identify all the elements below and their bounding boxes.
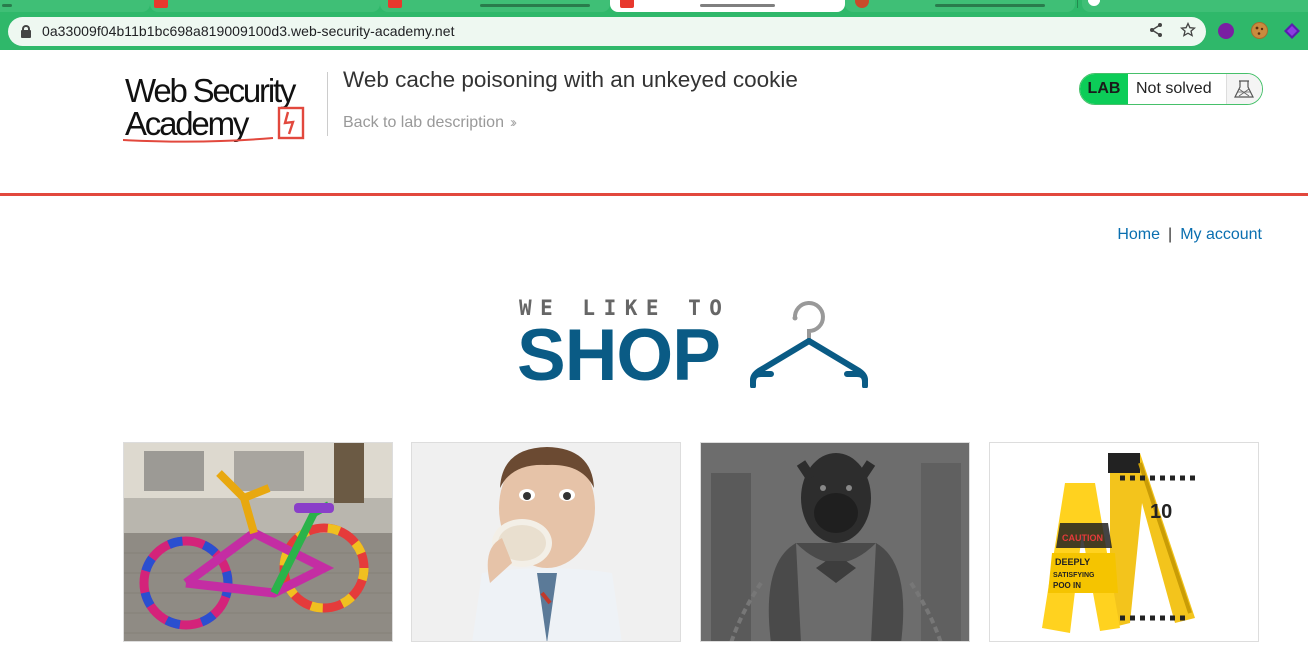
svg-text:Academy: Academy: [125, 105, 250, 142]
svg-text:Web Security: Web Security: [125, 72, 297, 109]
coat-hanger-icon: [750, 301, 868, 388]
home-link[interactable]: Home: [1117, 226, 1160, 243]
globe-favicon-icon: [1088, 0, 1100, 6]
nav-separator: |: [1168, 226, 1173, 243]
address-bar[interactable]: 0a33009f04b11b1bc698a819009100d3.web-sec…: [8, 17, 1206, 46]
lab-header: Web Security Academy Web cache poisoning…: [0, 50, 1308, 196]
site-favicon-icon: [855, 0, 869, 8]
flask-icon: [1227, 74, 1262, 104]
browser-tab[interactable]: [150, 0, 380, 12]
back-to-lab-description-link[interactable]: Back to lab description ››: [343, 114, 517, 132]
browser-tab[interactable]: [845, 0, 1075, 12]
top-navigation: Home | My account: [1117, 226, 1262, 244]
portswigger-favicon-icon: [620, 0, 634, 8]
share-icon[interactable]: [1147, 22, 1165, 40]
extension-icon[interactable]: [1218, 23, 1234, 39]
lab-badge: LAB: [1080, 74, 1128, 104]
browser-tab-strip: [0, 0, 1308, 12]
lab-status-text: Not solved: [1128, 74, 1227, 104]
browser-tab[interactable]: [1082, 0, 1308, 12]
web-security-academy-logo[interactable]: Web Security Academy: [122, 72, 327, 146]
portswigger-favicon-icon: [154, 0, 168, 8]
lab-title: Web cache poisoning with an unkeyed cook…: [343, 67, 798, 92]
lock-icon: [21, 25, 31, 38]
double-chevron-right-icon: ››: [509, 114, 517, 131]
product-image-bicycle[interactable]: [123, 442, 393, 642]
product-image-man-eating[interactable]: [411, 442, 681, 642]
product-image-muscle-dog[interactable]: [700, 442, 970, 642]
banner-title: SHOP: [517, 315, 721, 396]
browser-tab[interactable]: [380, 0, 610, 12]
browser-toolbar: 0a33009f04b11b1bc698a819009100d3.web-sec…: [0, 12, 1308, 50]
product-image-caution-signs[interactable]: CAUTION DEEPLY SATISFYING POO IN 10: [989, 442, 1259, 642]
purple-diamond-extension-icon[interactable]: [1283, 22, 1301, 40]
lab-status-widget: LAB Not solved: [1079, 73, 1263, 105]
url-text: 0a33009f04b11b1bc698a819009100d3.web-sec…: [42, 23, 455, 39]
svg-text:10: 10: [1150, 501, 1172, 523]
svg-text:CAUTION: CAUTION: [1062, 533, 1103, 543]
portswigger-favicon-icon: [388, 0, 402, 8]
svg-text:POO IN: POO IN: [1053, 581, 1081, 590]
svg-text:SATISFYING: SATISFYING: [1053, 572, 1095, 579]
back-link-label: Back to lab description: [343, 114, 504, 131]
cookie-extension-icon[interactable]: [1251, 22, 1268, 39]
my-account-link[interactable]: My account: [1180, 226, 1262, 243]
browser-tab[interactable]: [0, 0, 150, 12]
browser-tab-active[interactable]: [610, 0, 845, 12]
shop-banner: WE LIKE TO SHOP: [517, 296, 869, 396]
bookmark-star-icon[interactable]: [1179, 21, 1197, 40]
svg-text:DEEPLY: DEEPLY: [1055, 557, 1090, 567]
